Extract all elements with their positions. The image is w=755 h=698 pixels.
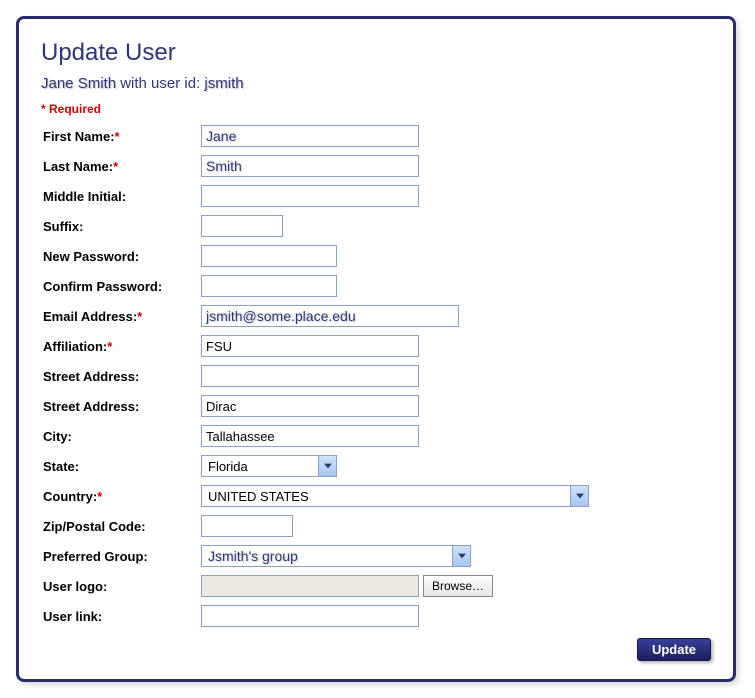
label-first-name: First Name:* xyxy=(41,129,201,144)
page-title: Update User xyxy=(41,39,711,67)
zip-input[interactable] xyxy=(201,515,293,537)
label-middle-initial: Middle Initial: xyxy=(41,189,201,204)
label-user-logo: User logo: xyxy=(41,579,201,594)
required-star: * xyxy=(97,489,102,504)
street1-input[interactable] xyxy=(201,365,419,387)
suffix-input[interactable] xyxy=(201,215,283,237)
label-email: Email Address:* xyxy=(41,309,201,324)
label-affiliation: Affiliation:* xyxy=(41,339,201,354)
update-button[interactable]: Update xyxy=(637,638,711,661)
label-last-name: Last Name:* xyxy=(41,159,201,174)
city-input[interactable] xyxy=(201,425,419,447)
last-name-input[interactable] xyxy=(201,155,419,177)
label-suffix: Suffix: xyxy=(41,219,201,234)
subtitle-user-id: jsmith xyxy=(204,75,243,92)
label-street2: Street Address: xyxy=(41,399,201,414)
required-note: * Required xyxy=(41,102,711,116)
update-user-panel: Update User Jane Smith with user id: jsm… xyxy=(16,16,736,682)
subtitle-user-name: Jane Smith xyxy=(41,75,116,92)
label-country: Country:* xyxy=(41,489,201,504)
country-select[interactable]: UNITED STATES xyxy=(201,485,589,507)
label-street1: Street Address: xyxy=(41,369,201,384)
preferred-group-value: Jsmith's group xyxy=(202,546,452,566)
user-link-input[interactable] xyxy=(201,605,419,627)
chevron-down-icon xyxy=(318,456,336,476)
state-select[interactable]: Florida xyxy=(201,455,337,477)
user-logo-file: Browse… xyxy=(201,575,493,597)
label-zip: Zip/Postal Code: xyxy=(41,519,201,534)
label-user-link: User link: xyxy=(41,609,201,624)
label-new-password: New Password: xyxy=(41,249,201,264)
new-password-input[interactable] xyxy=(201,245,337,267)
confirm-password-input[interactable] xyxy=(201,275,337,297)
label-confirm-password: Confirm Password: xyxy=(41,279,201,294)
browse-button[interactable]: Browse… xyxy=(423,575,493,597)
label-city: City: xyxy=(41,429,201,444)
required-star: * xyxy=(137,309,142,324)
label-preferred-group: Preferred Group: xyxy=(41,549,201,564)
email-input[interactable] xyxy=(201,305,459,327)
preferred-group-select[interactable]: Jsmith's group xyxy=(201,545,471,567)
user-logo-path xyxy=(201,575,419,597)
subtitle-mid: with user id: xyxy=(116,75,204,92)
required-star: * xyxy=(115,129,120,144)
affiliation-input[interactable] xyxy=(201,335,419,357)
label-state: State: xyxy=(41,459,201,474)
state-select-value: Florida xyxy=(202,456,318,476)
street2-input[interactable] xyxy=(201,395,419,417)
chevron-down-icon xyxy=(452,546,470,566)
chevron-down-icon xyxy=(570,486,588,506)
middle-initial-input[interactable] xyxy=(201,185,419,207)
required-star: * xyxy=(113,159,118,174)
first-name-input[interactable] xyxy=(201,125,419,147)
country-select-value: UNITED STATES xyxy=(202,486,570,506)
subtitle: Jane Smith with user id: jsmith xyxy=(41,75,711,92)
required-star: * xyxy=(107,339,112,354)
